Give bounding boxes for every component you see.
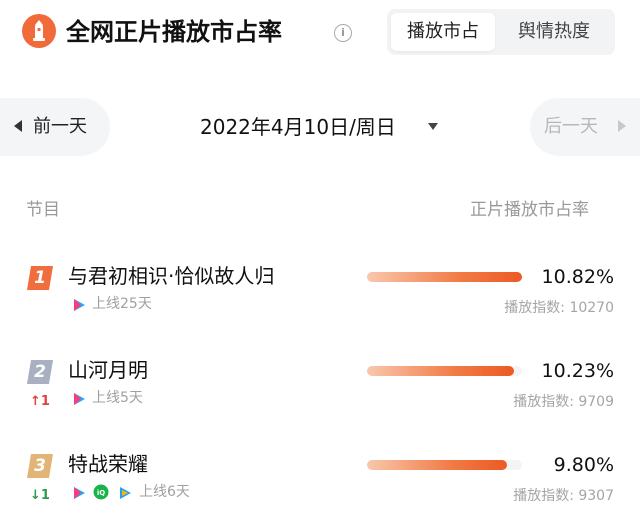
- iqiyi-icon: iQ: [93, 484, 109, 500]
- share-bar-fill: [367, 460, 508, 470]
- share-percent: 10.23%: [541, 360, 614, 382]
- rank-badge: 1: [26, 264, 54, 292]
- column-header-share: 正片播放市占率: [470, 200, 589, 220]
- rank-number: 2: [34, 362, 46, 382]
- play-index: 播放指数: 9307: [513, 488, 614, 504]
- play-index: 播放指数: 10270: [504, 300, 614, 316]
- online-days: 上线25天: [92, 296, 152, 312]
- prev-day-label: 前一天: [33, 116, 87, 137]
- date-selector[interactable]: 2022年4月10日/周日: [200, 112, 396, 142]
- chevron-left-icon: [14, 120, 22, 132]
- app-logo-icon: [22, 14, 56, 48]
- youku-icon: [72, 297, 86, 311]
- next-day-button[interactable]: 后一天: [530, 98, 640, 156]
- youku-icon: [72, 485, 86, 499]
- column-header-program: 节目: [26, 200, 60, 220]
- page-title: 全网正片播放市占率: [66, 18, 282, 46]
- share-percent: 10.82%: [541, 266, 614, 288]
- share-bar-fill: [367, 366, 514, 376]
- online-days: 上线6天: [139, 484, 190, 500]
- next-day-label: 后一天: [544, 116, 598, 137]
- rank-badge: 2: [26, 358, 54, 386]
- rank-change-down: ↓1: [30, 488, 50, 503]
- play-index: 播放指数: 9709: [513, 394, 614, 410]
- chevron-right-icon: [618, 120, 626, 132]
- metric-toggle: 播放市占 舆情热度: [387, 9, 615, 55]
- online-days: 上线5天: [92, 390, 143, 406]
- share-percent: 9.80%: [553, 454, 614, 476]
- youku-icon: [72, 391, 86, 405]
- show-title[interactable]: 山河月明: [68, 356, 148, 384]
- show-title[interactable]: 与君初相识·恰似故人归: [68, 262, 274, 290]
- rank-change-up: ↑1: [30, 394, 50, 409]
- show-title[interactable]: 特战荣耀: [68, 450, 148, 478]
- rank-number: 3: [34, 456, 46, 476]
- svg-text:iQ: iQ: [97, 489, 105, 497]
- tab-public-opinion[interactable]: 舆情热度: [499, 13, 609, 51]
- caret-down-icon[interactable]: [428, 123, 438, 130]
- prev-day-button[interactable]: 前一天: [0, 98, 110, 156]
- rank-number: 1: [34, 268, 46, 288]
- tencent-video-icon: [118, 485, 132, 499]
- tab-play-share[interactable]: 播放市占: [391, 13, 495, 51]
- info-circle-icon[interactable]: i: [334, 24, 352, 42]
- rank-badge: 3: [26, 452, 54, 480]
